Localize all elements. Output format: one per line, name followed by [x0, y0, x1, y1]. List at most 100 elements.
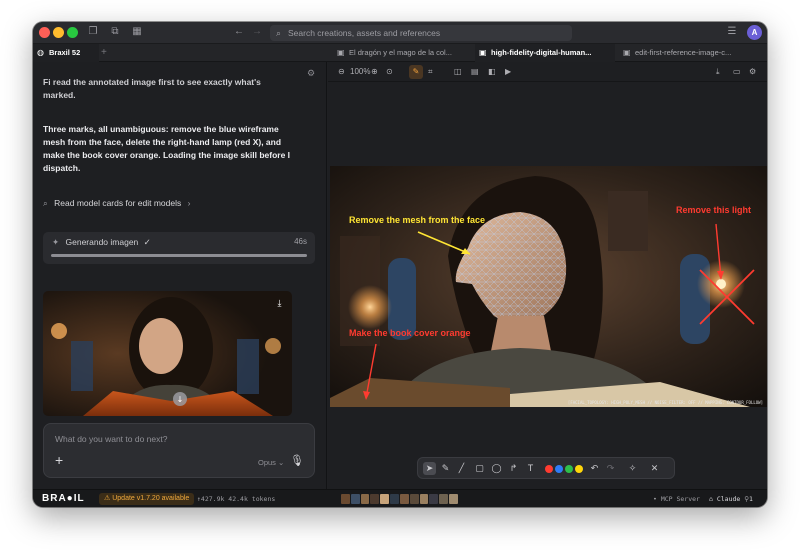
- back-arrow-icon[interactable]: ←: [233, 26, 245, 38]
- update-badge[interactable]: ⚠ Update v1.7.20 available: [99, 493, 195, 505]
- search-input[interactable]: ⌕ Search creations, assets and reference…: [270, 25, 572, 41]
- copy-icon[interactable]: ⧉: [109, 26, 121, 38]
- color-yellow-swatch[interactable]: [575, 465, 583, 473]
- microphone-icon[interactable]: 🎙: [290, 454, 304, 467]
- thumbnail[interactable]: [439, 494, 449, 504]
- avatar[interactable]: A: [747, 25, 762, 40]
- thumbnail[interactable]: [380, 494, 390, 504]
- update-label: Update v1.7.20 available: [112, 495, 190, 502]
- select-pointer-icon[interactable]: ➤: [423, 462, 436, 475]
- line-icon[interactable]: ╱: [455, 462, 468, 475]
- folder-icon[interactable]: ▭: [733, 62, 741, 82]
- fit-screen-icon[interactable]: ⊙: [386, 62, 393, 82]
- rectangle-icon[interactable]: ▢: [473, 462, 486, 475]
- image-icon: ▣: [623, 48, 631, 57]
- forward-arrow-icon[interactable]: →: [251, 26, 263, 38]
- layout-icon[interactable]: ◧: [488, 62, 496, 82]
- tab-label: Braxil 52: [49, 48, 81, 57]
- thumbnail[interactable]: [429, 494, 439, 504]
- layers-icon[interactable]: ❐: [87, 26, 99, 38]
- thumbnail[interactable]: [360, 494, 370, 504]
- tab-bar: ◍ Braxil 52 + ▣ El dragón y el mago de l…: [33, 44, 767, 62]
- tool-time: 46s: [294, 237, 307, 246]
- composer[interactable]: What do you want to do next? + Opus ⌄ 🎙: [43, 423, 315, 478]
- composer-input[interactable]: What do you want to do next?: [55, 434, 167, 444]
- arrow-curve-icon[interactable]: ↱: [507, 462, 520, 475]
- thumbnail[interactable]: [341, 494, 350, 504]
- color-red-swatch[interactable]: [545, 465, 553, 473]
- thumbnail[interactable]: [390, 494, 399, 504]
- chat-line: Three marks, all unambiguous: remove the…: [43, 124, 279, 134]
- minimize-window-button[interactable]: [53, 27, 64, 38]
- status-bar: BRA●IL ⚠ Update v1.7.20 available ↑427.9…: [33, 489, 767, 507]
- close-icon[interactable]: ✕: [648, 462, 661, 475]
- compare-icon[interactable]: ▤: [471, 62, 479, 82]
- tab-label: El dragón y el mago de la col...: [349, 48, 452, 57]
- annotation-book: Make the book cover orange: [349, 328, 471, 338]
- zoom-in-icon[interactable]: ⊕: [371, 62, 378, 82]
- title-bar: ❐ ⧉ ▦ ← → ⌕ Search creations, assets and…: [33, 22, 767, 44]
- model-label: Opus: [258, 458, 276, 467]
- annotated-image[interactable]: Remove the mesh from the face Remove thi…: [330, 166, 767, 407]
- download-icon[interactable]: ⤓: [273, 297, 286, 310]
- warning-icon: ⚠: [104, 495, 113, 502]
- video-icon[interactable]: ▶: [505, 62, 511, 82]
- generated-image-thumbnail[interactable]: ↓ ⤓: [43, 291, 292, 416]
- claude-count: 1: [749, 495, 753, 503]
- search-icon: ⌕: [276, 28, 282, 38]
- color-blue-swatch[interactable]: [555, 465, 563, 473]
- thumbnail[interactable]: [350, 494, 360, 504]
- tab-dragon[interactable]: ▣ El dragón y el mago de la col...: [333, 44, 471, 62]
- app-logo: BRA●IL: [42, 493, 85, 504]
- new-tab-plus-icon[interactable]: +: [101, 44, 107, 62]
- annotate-pencil-icon[interactable]: ✎: [409, 65, 423, 79]
- link-label: Read model cards for edit models: [54, 198, 182, 208]
- annotation-mesh: Remove the mesh from the face: [349, 215, 485, 225]
- tab-label: edit-first-reference-image-c...: [635, 48, 732, 57]
- tab-braxil[interactable]: ◍ Braxil 52: [33, 44, 99, 62]
- color-green-swatch[interactable]: [565, 465, 573, 473]
- image-icon: ▣: [337, 48, 345, 57]
- progress-bar: [51, 254, 307, 257]
- mcp-server-status[interactable]: • MCP Server: [653, 490, 700, 507]
- home-icon: ⌂: [709, 495, 717, 503]
- tab-edit-reference[interactable]: ▣ edit-first-reference-image-c...: [619, 44, 759, 62]
- thumbnail[interactable]: [370, 494, 380, 504]
- magic-apply-icon[interactable]: ✧: [626, 462, 639, 475]
- model-cards-link[interactable]: ⌕ Read model cards for edit models ›: [43, 198, 190, 209]
- crop-icon[interactable]: ⌗: [428, 62, 433, 82]
- claude-status[interactable]: ⌂ Claude ⚲1: [709, 490, 753, 507]
- image-icon: ▣: [479, 48, 487, 57]
- split-view-icon[interactable]: ◫: [454, 62, 462, 82]
- redo-icon[interactable]: ↷: [604, 462, 617, 475]
- thumbnail[interactable]: [449, 494, 458, 504]
- thumbnail[interactable]: [419, 494, 429, 504]
- app-window: ❐ ⧉ ▦ ← → ⌕ Search creations, assets and…: [33, 22, 767, 507]
- chat-line: make the book cover orange. Loading the …: [43, 150, 291, 160]
- add-attachment-plus-icon[interactable]: +: [55, 452, 63, 468]
- pen-icon[interactable]: ✎: [439, 462, 452, 475]
- chat-line: marked.: [43, 90, 76, 100]
- thumbnail[interactable]: [409, 494, 419, 504]
- zoom-level[interactable]: 100%: [350, 62, 370, 82]
- thumbnail[interactable]: [399, 494, 409, 504]
- zoom-window-button[interactable]: [67, 27, 78, 38]
- zoom-out-icon[interactable]: ⊖: [338, 62, 345, 82]
- settings-gear-icon[interactable]: ⚙: [749, 62, 756, 82]
- grid-icon[interactable]: ▦: [131, 26, 143, 38]
- model-selector[interactable]: Opus ⌄: [258, 458, 284, 467]
- annotation-light: Remove this light: [676, 205, 751, 215]
- chat-line: Fi read the annotated image first to see…: [43, 77, 261, 87]
- tab-digital-human[interactable]: ▣ high-fidelity-digital-human...: [475, 44, 615, 62]
- globe-icon: ◍: [37, 48, 44, 57]
- thumbnail-image: ↓: [43, 291, 292, 416]
- undo-icon[interactable]: ↶: [588, 462, 601, 475]
- claude-label: Claude: [716, 495, 741, 503]
- sliders-icon[interactable]: ☰: [726, 26, 738, 38]
- close-window-button[interactable]: [39, 27, 50, 38]
- download-icon[interactable]: ⤓: [716, 62, 720, 82]
- text-tool-icon[interactable]: T: [524, 462, 537, 475]
- tool-progress-card[interactable]: ✦ Generando imagen ✓ 46s: [43, 232, 315, 264]
- circle-icon[interactable]: ◯: [490, 462, 503, 475]
- recent-thumbnails-strip[interactable]: [341, 494, 458, 504]
